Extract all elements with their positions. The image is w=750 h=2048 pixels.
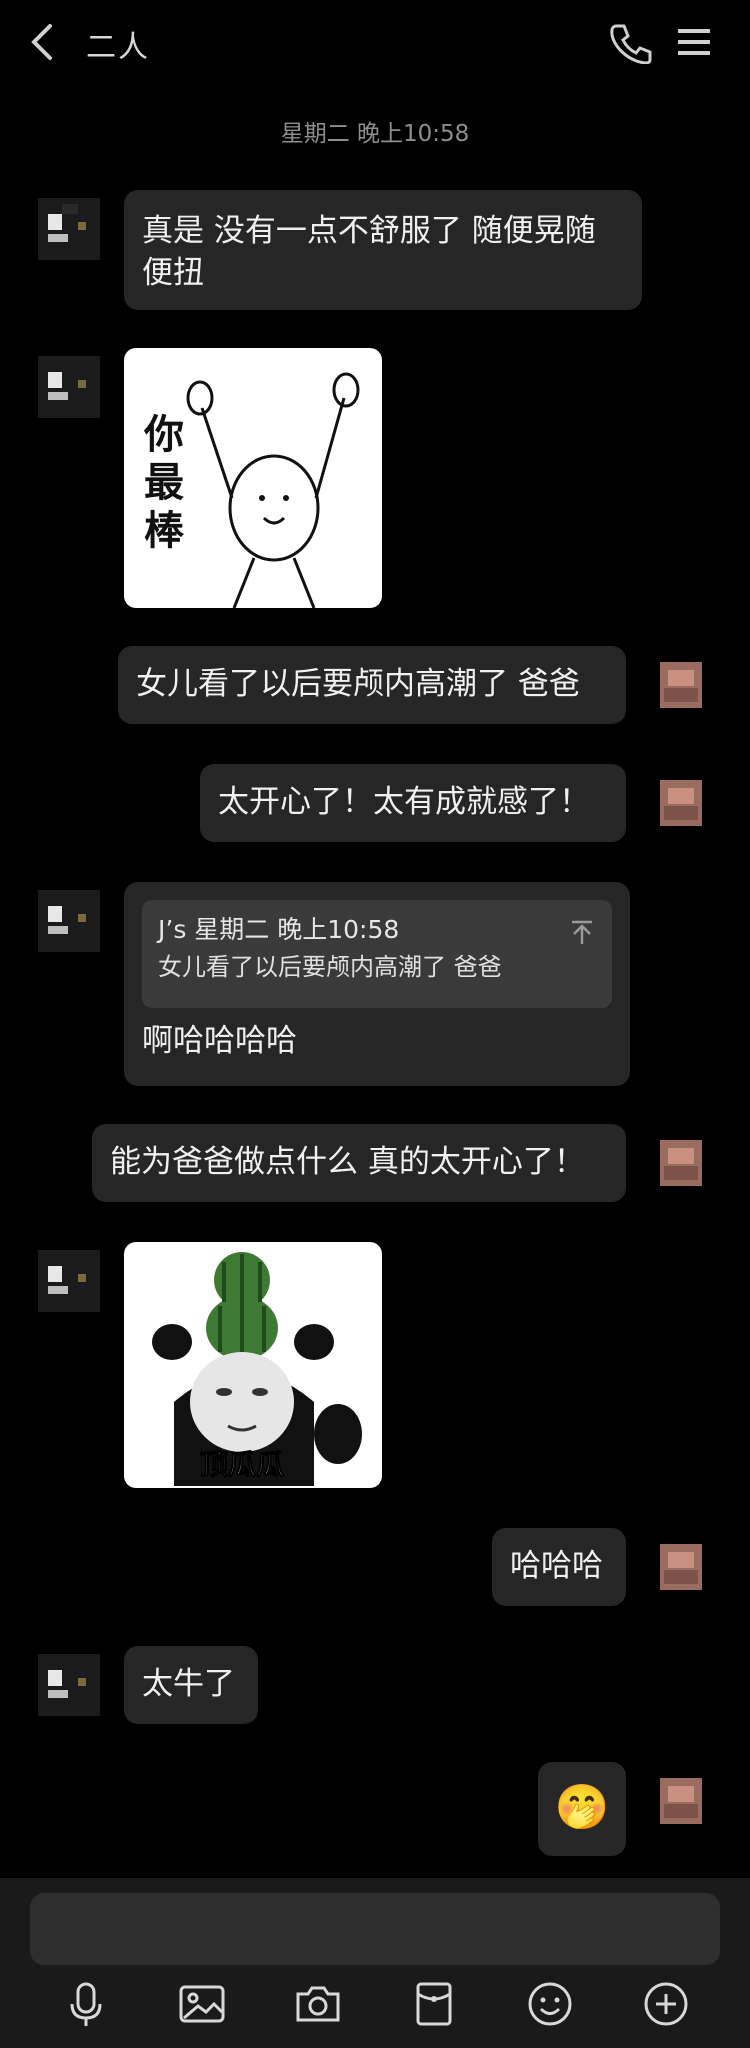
phone-icon[interactable] — [608, 20, 652, 64]
reply-message-bubble[interactable]: J’s 星期二 晚上10:58 女儿看了以后要颅内高潮了 爸爸 啊哈哈哈哈 — [124, 882, 630, 1086]
avatar[interactable] — [650, 1132, 712, 1194]
message-text: 女儿看了以后要颅内高潮了 爸爸 — [136, 666, 580, 702]
emoji-icon[interactable] — [524, 1978, 576, 2030]
image-icon[interactable] — [176, 1978, 228, 2030]
avatar[interactable] — [38, 356, 100, 418]
sticker-text: 你 — [143, 412, 184, 458]
message-text: 啊哈哈哈哈 — [142, 1023, 297, 1059]
avatar[interactable] — [38, 1654, 100, 1716]
timestamp: 星期二 晚上10:58 — [280, 121, 470, 147]
thinking-face-icon: 🤭 — [554, 1782, 610, 1833]
panda-watermelon-sticker: 顶瓜瓜 — [152, 1252, 362, 1486]
quote-text: 女儿看了以后要颅内高潮了 爸爸 — [158, 953, 502, 981]
avatar[interactable] — [650, 1536, 712, 1598]
avatar[interactable] — [650, 654, 712, 716]
jump-to-top-icon[interactable] — [568, 918, 596, 946]
message-bubble[interactable]: 太开心了！太有成就感了！ — [200, 764, 626, 842]
avatar[interactable] — [38, 1250, 100, 1312]
chat-title: 二人 — [86, 30, 150, 65]
message-bubble[interactable]: 真是 没有一点不舒服了 随便晃随 便扭 — [124, 190, 642, 310]
message-bubble[interactable]: 哈哈哈 — [492, 1528, 626, 1606]
quote-header: J’s 星期二 晚上10:58 — [158, 915, 400, 944]
sticker-text: 棒 — [144, 508, 185, 554]
emoji-message-bubble[interactable]: 🤭 — [538, 1762, 626, 1856]
microphone-icon[interactable] — [60, 1978, 112, 2030]
avatar[interactable] — [38, 198, 100, 260]
message-text: 太开心了！太有成就感了！ — [218, 784, 590, 820]
quoted-message[interactable]: J’s 星期二 晚上10:58 女儿看了以后要颅内高潮了 爸爸 — [142, 900, 612, 1008]
message-text: 太牛了 — [142, 1666, 235, 1702]
back-icon[interactable] — [28, 22, 56, 62]
message-text-line: 便扭 — [142, 255, 204, 291]
message-bubble[interactable]: 女儿看了以后要颅内高潮了 爸爸 — [118, 646, 626, 724]
avatar[interactable] — [650, 772, 712, 834]
message-bubble[interactable]: 太牛了 — [124, 1646, 258, 1724]
chat-header: 二人 — [0, 0, 750, 84]
message-input[interactable] — [30, 1893, 720, 1965]
message-text-line: 真是 没有一点不舒服了 随便晃随 — [142, 213, 596, 249]
red-packet-icon[interactable] — [408, 1978, 460, 2030]
message-text: 哈哈哈 — [510, 1548, 603, 1584]
message-bubble[interactable]: 能为爸爸做点什么 真的太开心了！ — [92, 1124, 626, 1202]
avatar[interactable] — [650, 1770, 712, 1832]
avatar[interactable] — [38, 890, 100, 952]
plus-icon[interactable] — [640, 1978, 692, 2030]
sticker-image[interactable]: 顶瓜瓜 — [124, 1242, 382, 1488]
sticker-image[interactable]: 你 最 棒 — [124, 348, 382, 608]
camera-icon[interactable] — [292, 1978, 344, 2030]
menu-icon[interactable] — [676, 24, 712, 60]
sticker-text: 最 — [144, 460, 184, 506]
message-text: 能为爸爸做点什么 真的太开心了！ — [110, 1144, 585, 1180]
thumbs-up-sticker: 你 最 棒 — [143, 372, 360, 608]
sticker-text: 顶瓜瓜 — [200, 1448, 284, 1481]
